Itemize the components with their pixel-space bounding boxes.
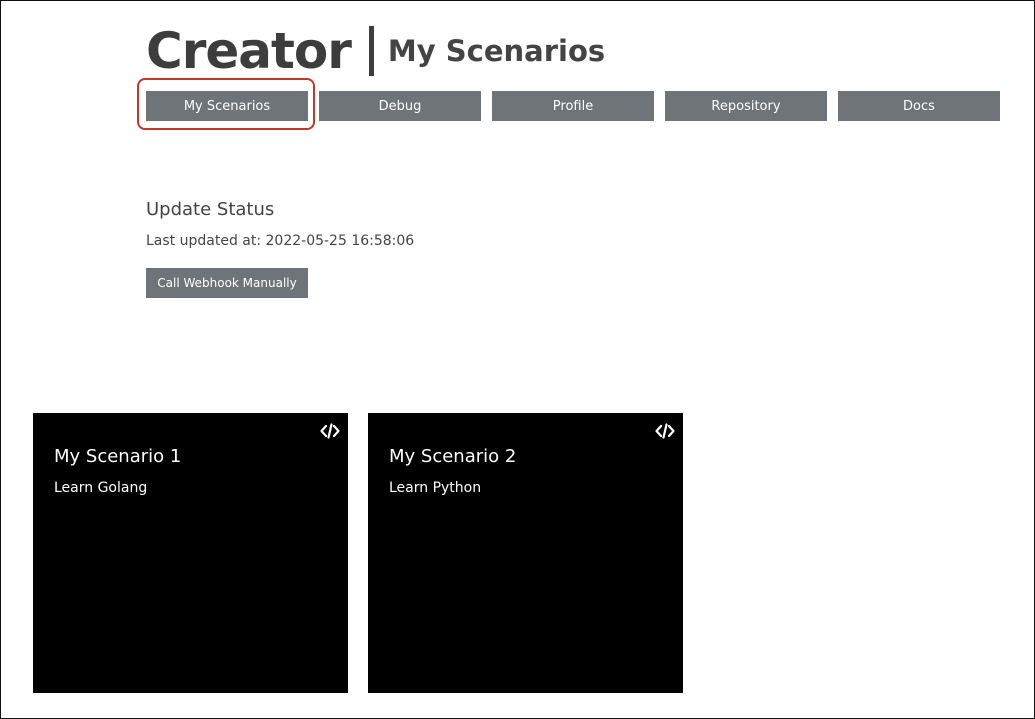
tab-docs[interactable]: Docs [838, 91, 1000, 121]
header-divider [368, 26, 374, 76]
call-webhook-button[interactable]: Call Webhook Manually [146, 268, 308, 298]
scenario-description: Learn Python [389, 480, 482, 496]
tab-profile[interactable]: Profile [492, 91, 654, 121]
tab-repository[interactable]: Repository [665, 91, 827, 121]
page-title: My Scenarios [387, 33, 606, 68]
last-updated-text: Last updated at: 2022-05-25 16:58:06 [146, 233, 415, 249]
code-icon[interactable] [320, 423, 340, 439]
scenario-description: Learn Golang [54, 480, 148, 496]
brand-logo: Creator [146, 22, 352, 80]
code-icon[interactable] [655, 423, 675, 439]
scenario-card-1[interactable]: My Scenario 1 Learn Golang [33, 413, 348, 693]
page-header: Creator My Scenarios [146, 20, 605, 82]
scenario-title: My Scenario 2 [389, 446, 517, 467]
tab-debug[interactable]: Debug [319, 91, 481, 121]
scenario-card-2[interactable]: My Scenario 2 Learn Python [368, 413, 683, 693]
active-tab-highlight [137, 78, 315, 130]
scenario-title: My Scenario 1 [54, 446, 182, 467]
update-status-heading: Update Status [146, 199, 275, 220]
